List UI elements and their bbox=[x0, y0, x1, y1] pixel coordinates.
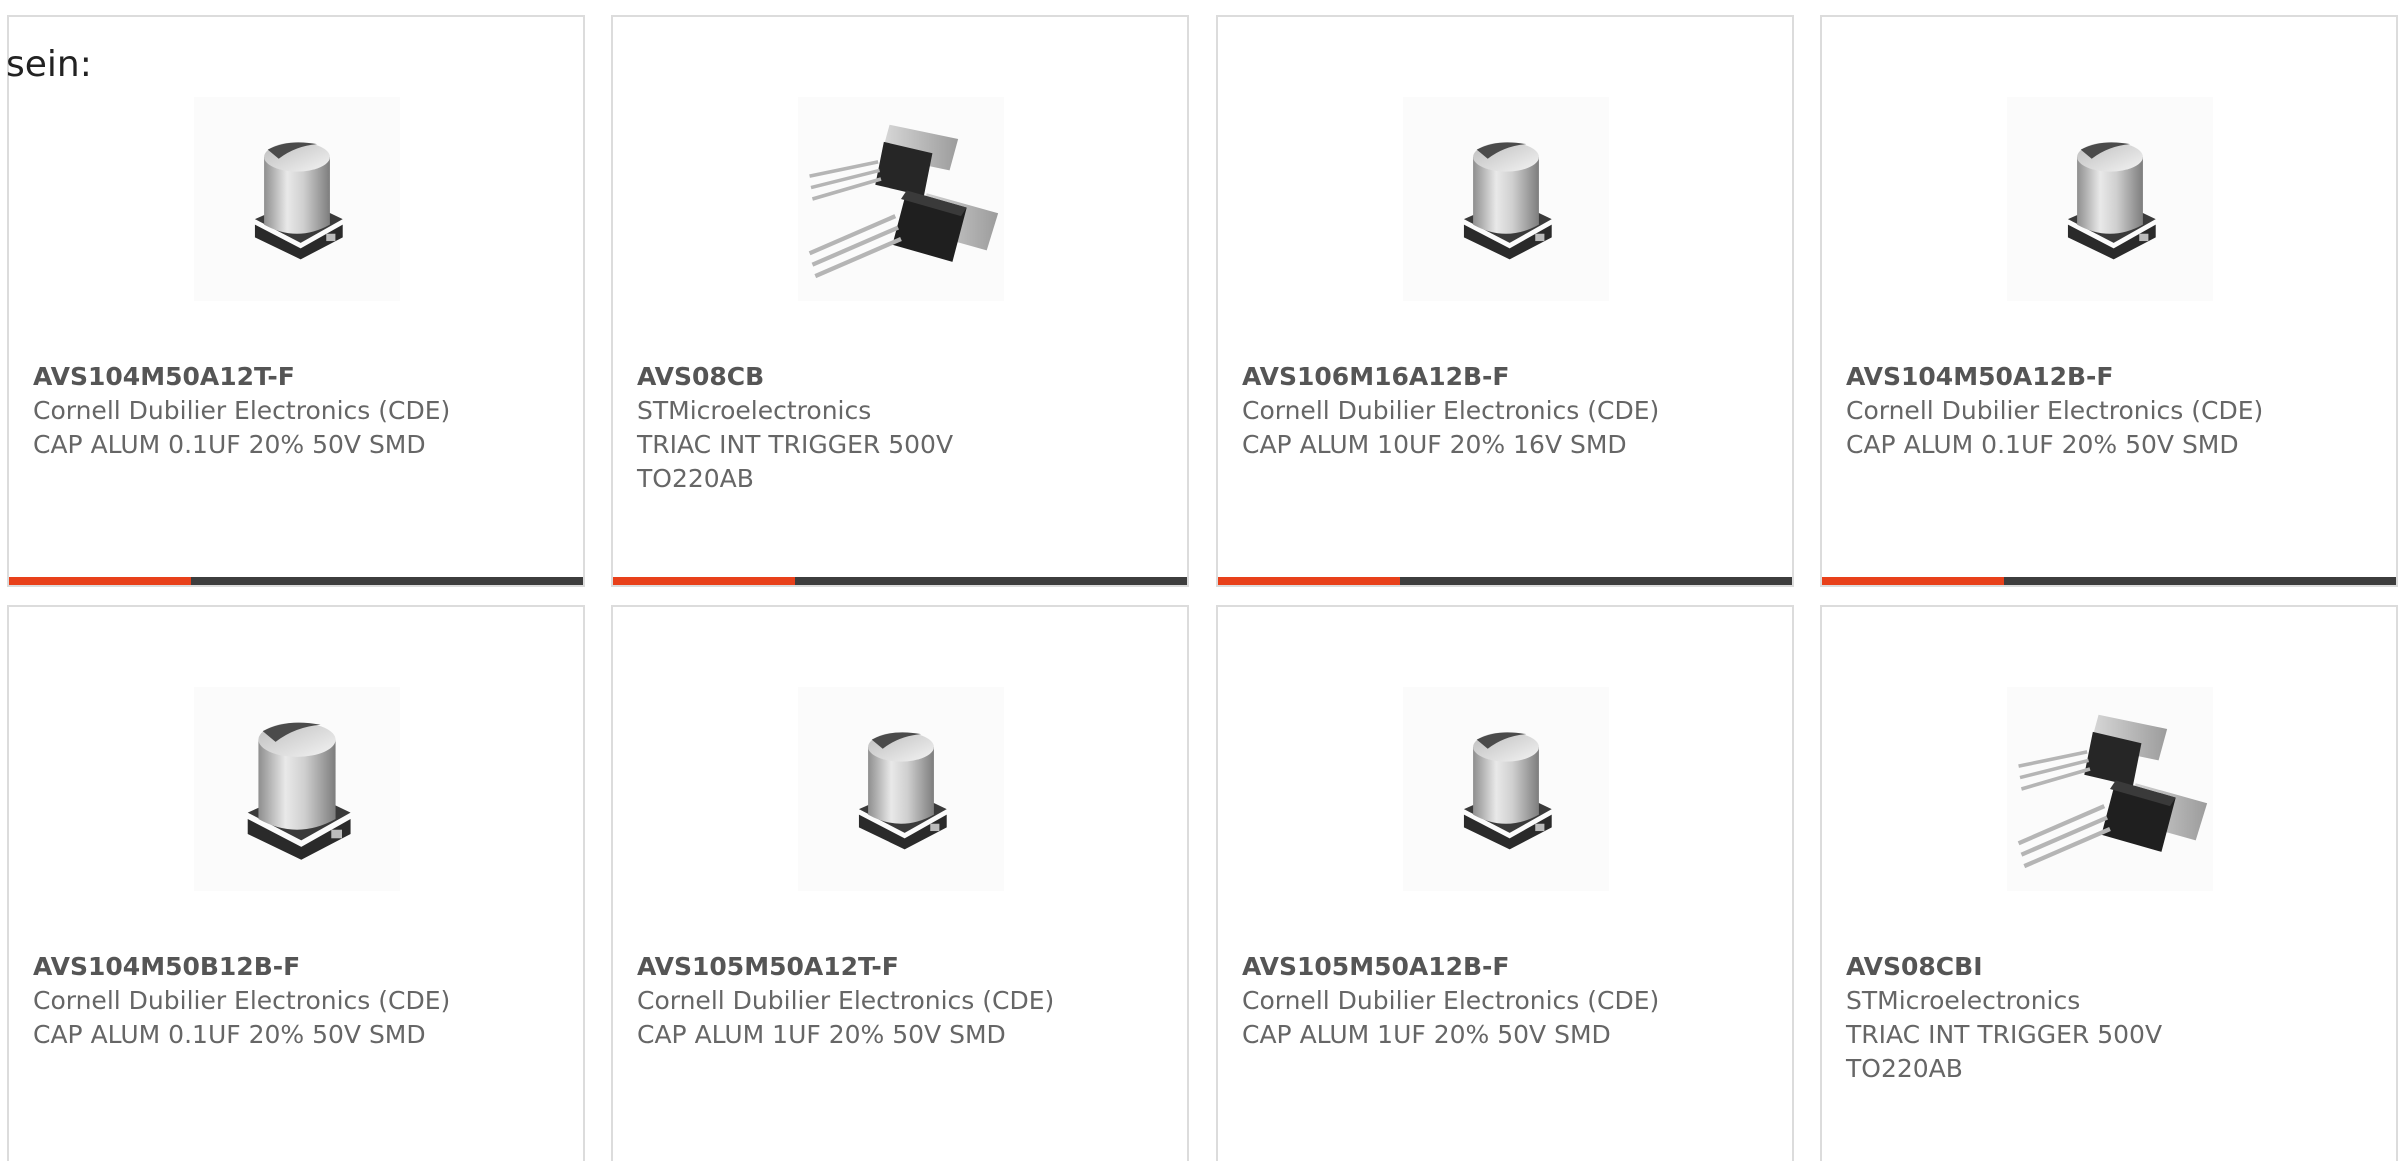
product-card[interactable]: AVS104M50A12T-F Cornell Dubilier Electro… bbox=[7, 15, 585, 587]
part-number[interactable]: AVS104M50A12T-F bbox=[33, 360, 563, 394]
part-number[interactable]: AVS105M50A12T-F bbox=[637, 950, 1167, 984]
product-image[interactable] bbox=[194, 97, 400, 301]
product-image[interactable] bbox=[194, 687, 400, 891]
product-image[interactable] bbox=[798, 97, 1004, 301]
card-footer-bar bbox=[1822, 577, 2396, 585]
description: CAP ALUM 1UF 20% 50V SMD bbox=[637, 1020, 1006, 1049]
part-number[interactable]: AVS08CBI bbox=[1846, 950, 2376, 984]
product-info: AVS08CBI STMicroelectronics TRIAC INT TR… bbox=[1846, 950, 2376, 1086]
description: TRIAC INT TRIGGER 500V TO220AB bbox=[1846, 1020, 2163, 1083]
part-number[interactable]: AVS104M50B12B-F bbox=[33, 950, 563, 984]
product-info: AVS104M50A12T-F Cornell Dubilier Electro… bbox=[33, 360, 563, 462]
product-info: AVS106M16A12B-F Cornell Dubilier Electro… bbox=[1242, 360, 1772, 462]
smd-capacitor-icon bbox=[1451, 135, 1561, 263]
product-card[interactable]: AVS104M50B12B-F Cornell Dubilier Electro… bbox=[7, 605, 585, 1161]
product-card[interactable]: AVS105M50A12T-F Cornell Dubilier Electro… bbox=[611, 605, 1189, 1161]
part-number[interactable]: AVS106M16A12B-F bbox=[1242, 360, 1772, 394]
product-info: AVS105M50A12B-F Cornell Dubilier Electro… bbox=[1242, 950, 1772, 1052]
part-number[interactable]: AVS105M50A12B-F bbox=[1242, 950, 1772, 984]
manufacturer: Cornell Dubilier Electronics (CDE) bbox=[33, 396, 451, 425]
manufacturer: STMicroelectronics bbox=[637, 396, 872, 425]
description: CAP ALUM 1UF 20% 50V SMD bbox=[1242, 1020, 1611, 1049]
accent-strip bbox=[613, 577, 795, 585]
description: CAP ALUM 0.1UF 20% 50V SMD bbox=[33, 1020, 426, 1049]
product-card[interactable]: AVS104M50A12B-F Cornell Dubilier Electro… bbox=[1820, 15, 2398, 587]
product-image[interactable] bbox=[798, 687, 1004, 891]
manufacturer: Cornell Dubilier Electronics (CDE) bbox=[1242, 396, 1660, 425]
product-card[interactable]: AVS08CBI STMicroelectronics TRIAC INT TR… bbox=[1820, 605, 2398, 1161]
product-image[interactable] bbox=[1403, 97, 1609, 301]
part-number[interactable]: AVS104M50A12B-F bbox=[1846, 360, 2376, 394]
manufacturer: Cornell Dubilier Electronics (CDE) bbox=[637, 986, 1055, 1015]
product-card[interactable]: AVS08CB STMicroelectronics TRIAC INT TRI… bbox=[611, 15, 1189, 587]
description: CAP ALUM 0.1UF 20% 50V SMD bbox=[1846, 430, 2239, 459]
smd-capacitor-icon bbox=[846, 725, 956, 853]
product-image[interactable] bbox=[2007, 687, 2213, 891]
description: CAP ALUM 0.1UF 20% 50V SMD bbox=[33, 430, 426, 459]
smd-capacitor-icon bbox=[2055, 135, 2165, 263]
accent-strip bbox=[1218, 577, 1400, 585]
smd-capacitor-icon bbox=[232, 714, 362, 864]
accent-strip bbox=[1822, 577, 2004, 585]
product-grid-page: sein: AVS104M50A12T-F Cornell Dubilier E… bbox=[0, 0, 2400, 1161]
product-image[interactable] bbox=[1403, 687, 1609, 891]
product-info: AVS104M50B12B-F Cornell Dubilier Electro… bbox=[33, 950, 563, 1052]
product-info: AVS08CB STMicroelectronics TRIAC INT TRI… bbox=[637, 360, 1167, 496]
intro-text: sein: bbox=[6, 44, 92, 85]
manufacturer: Cornell Dubilier Electronics (CDE) bbox=[33, 986, 451, 1015]
manufacturer: STMicroelectronics bbox=[1846, 986, 2081, 1015]
smd-capacitor-icon bbox=[242, 135, 352, 263]
accent-strip bbox=[9, 577, 191, 585]
manufacturer: Cornell Dubilier Electronics (CDE) bbox=[1242, 986, 1660, 1015]
product-card[interactable]: AVS106M16A12B-F Cornell Dubilier Electro… bbox=[1216, 15, 1794, 587]
card-footer-bar bbox=[1218, 577, 1792, 585]
manufacturer: Cornell Dubilier Electronics (CDE) bbox=[1846, 396, 2264, 425]
product-image[interactable] bbox=[2007, 97, 2213, 301]
part-number[interactable]: AVS08CB bbox=[637, 360, 1167, 394]
product-info: AVS105M50A12T-F Cornell Dubilier Electro… bbox=[637, 950, 1167, 1052]
to220-package-icon bbox=[2010, 703, 2210, 875]
product-card[interactable]: AVS105M50A12B-F Cornell Dubilier Electro… bbox=[1216, 605, 1794, 1161]
card-footer-bar bbox=[9, 577, 583, 585]
to220-package-icon bbox=[801, 113, 1001, 285]
description: CAP ALUM 10UF 20% 16V SMD bbox=[1242, 430, 1627, 459]
product-info: AVS104M50A12B-F Cornell Dubilier Electro… bbox=[1846, 360, 2376, 462]
smd-capacitor-icon bbox=[1451, 725, 1561, 853]
card-footer-bar bbox=[613, 577, 1187, 585]
description: TRIAC INT TRIGGER 500V TO220AB bbox=[637, 430, 954, 493]
